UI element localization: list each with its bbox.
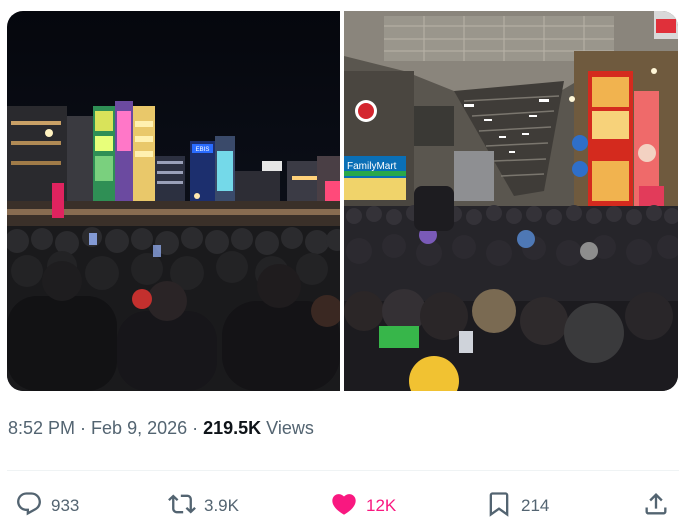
shopping-arcade-crowd-photo[interactable]: FamilyMart — [344, 11, 678, 391]
tweet-action-bar: 933 3.9K 12K 214 — [0, 486, 687, 526]
night-street-crowd-photo[interactable]: EBIS — [7, 11, 340, 391]
tweet-media-grid: EBIS FamilyMart — [7, 11, 678, 391]
meta-separator: · — [80, 418, 87, 438]
tweet-date[interactable]: Feb 9, 2026 — [91, 418, 187, 439]
repost-icon — [168, 490, 196, 523]
divider — [7, 470, 679, 471]
reply-button[interactable]: 933 — [15, 486, 79, 526]
familymart-sign-text: FamilyMart — [347, 161, 397, 172]
shopping-arcade-crowd-image: FamilyMart — [344, 11, 678, 391]
repost-count: 3.9K — [204, 496, 239, 515]
heart-icon — [330, 490, 358, 523]
night-street-crowd-image: EBIS — [7, 11, 340, 391]
views-count: 219.5K — [203, 418, 262, 438]
share-button[interactable] — [642, 486, 670, 526]
share-icon — [642, 490, 670, 523]
tweet-time[interactable]: 8:52 PM — [8, 418, 75, 439]
bookmark-count: 214 — [521, 496, 550, 515]
views-label: Views — [266, 418, 314, 438]
meta-separator: · — [192, 418, 199, 438]
tweet-timestamp-views: 8:52 PM · Feb 9, 2026 · 219.5K Views — [8, 418, 314, 439]
bookmark-icon — [485, 490, 513, 523]
repost-button[interactable]: 3.9K — [168, 486, 239, 526]
reply-count: 933 — [51, 496, 80, 515]
reply-icon — [15, 490, 43, 523]
bookmark-button[interactable]: 214 — [485, 486, 549, 526]
like-count: 12K — [366, 496, 397, 515]
like-button[interactable]: 12K — [330, 486, 396, 526]
ebis-sign-text: EBIS — [196, 147, 210, 153]
